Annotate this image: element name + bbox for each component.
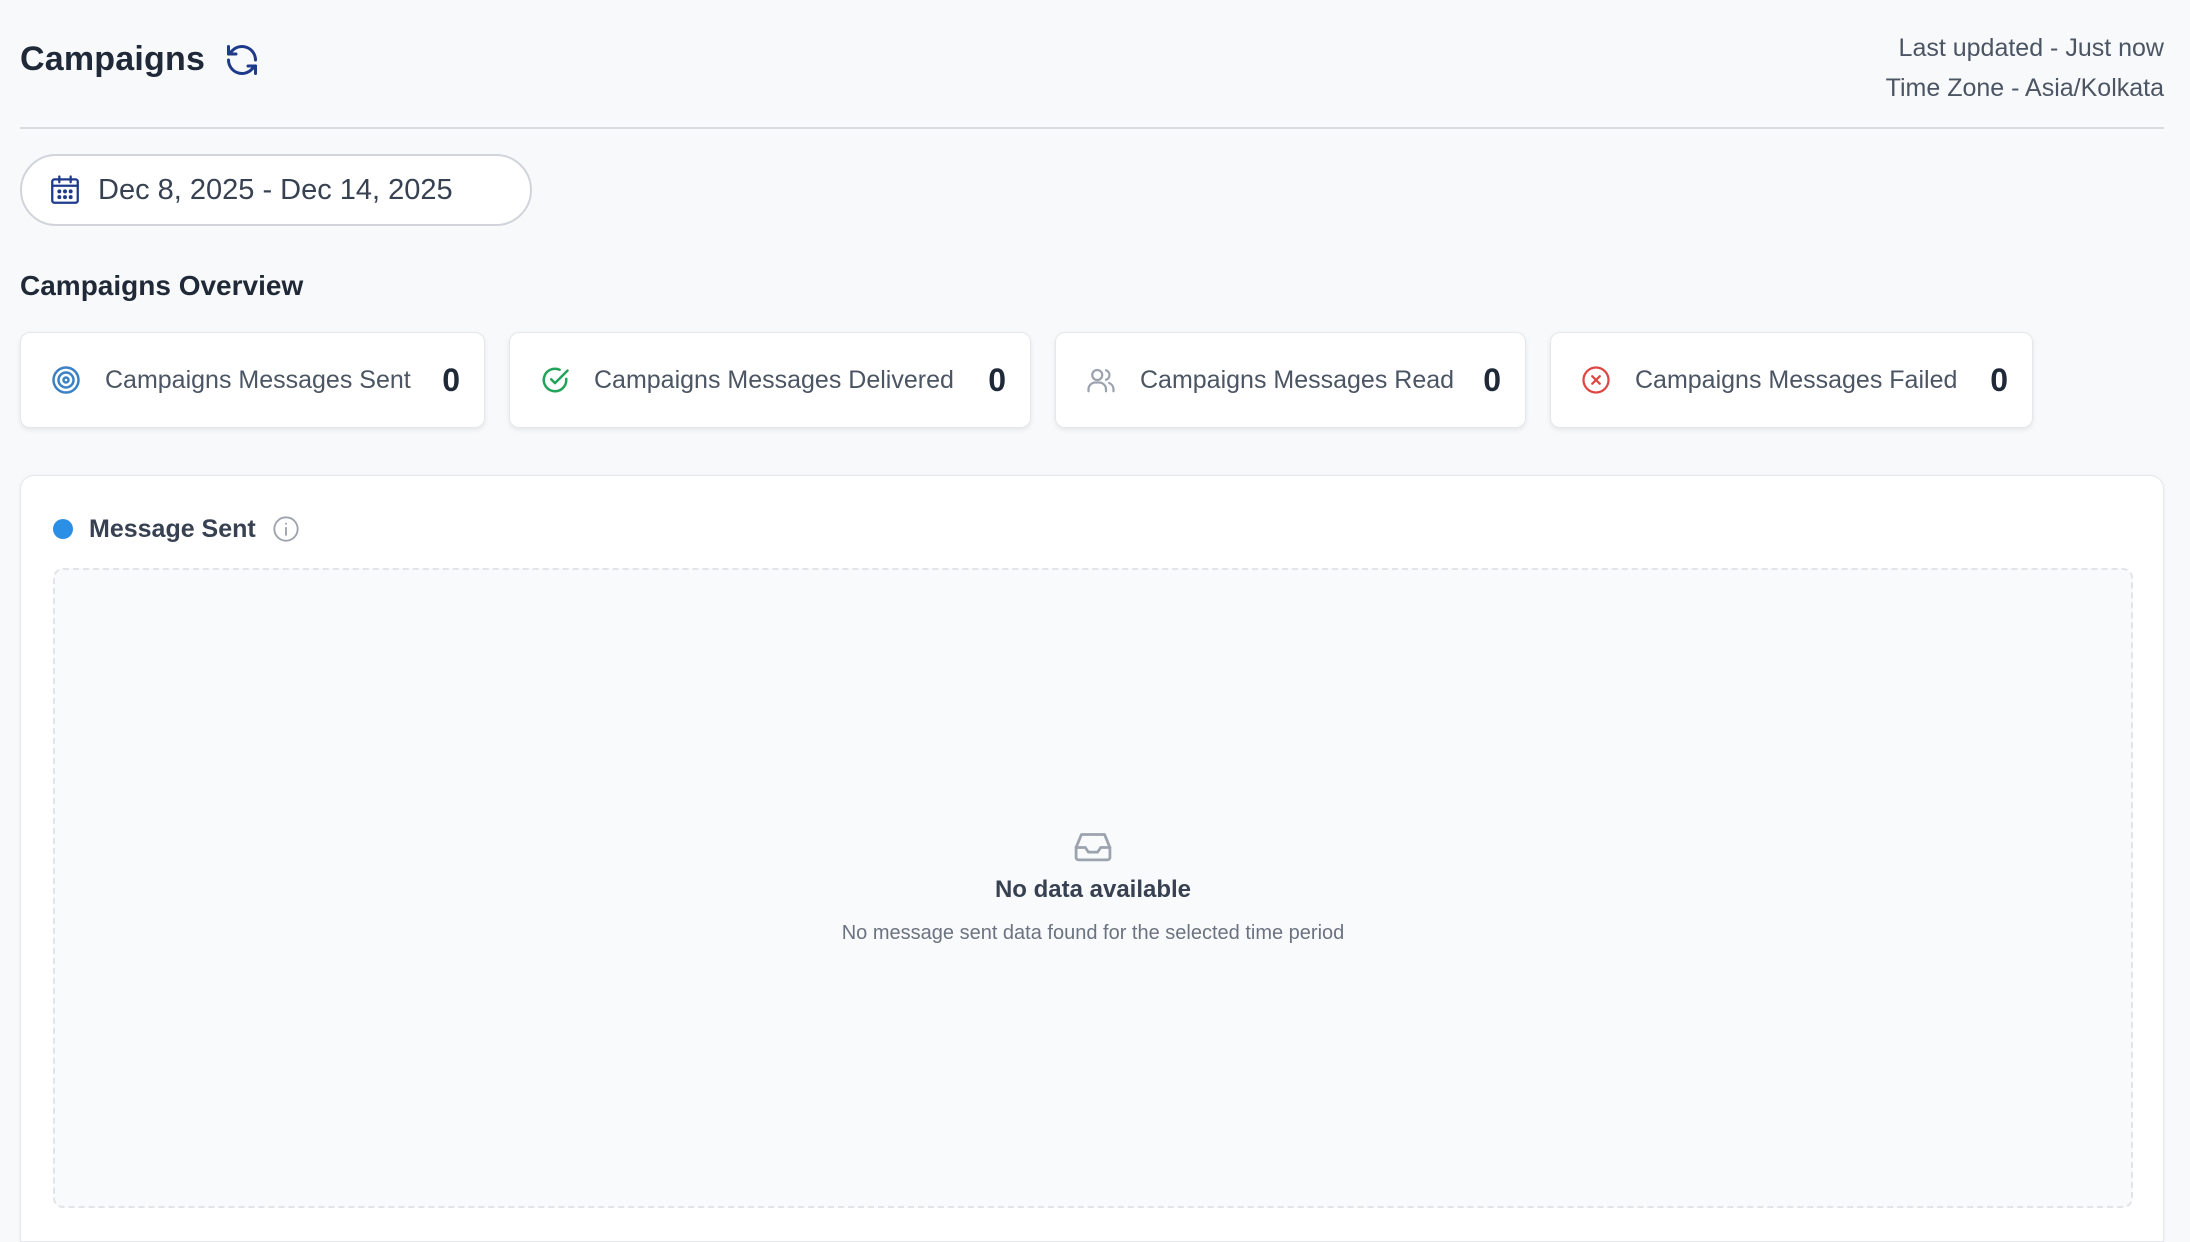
stat-value-sent: 0 [442, 361, 460, 398]
stat-label-read: Campaigns Messages Read [1140, 365, 1455, 394]
campaigns-page: Campaigns Last updated - Just now Time Z… [0, 0, 2190, 1242]
stat-value-failed: 0 [1990, 361, 2008, 398]
stat-card-sent: Campaigns Messages Sent 0 [20, 332, 485, 428]
stat-value-read: 0 [1483, 361, 1501, 398]
chart-empty-state: No data available No message sent data f… [53, 568, 2133, 1208]
calendar-icon [51, 175, 79, 204]
stat-card-delivered: Campaigns Messages Delivered 0 [509, 332, 1031, 428]
empty-state-content: No data available No message sent data f… [55, 828, 2131, 945]
stat-value-delivered: 0 [988, 361, 1006, 398]
date-range-label: Dec 8, 2025 - Dec 14, 2025 [98, 173, 453, 206]
stat-card-failed: Campaigns Messages Failed 0 [1550, 332, 2033, 428]
date-range-picker[interactable]: Dec 8, 2025 - Dec 14, 2025 [20, 154, 532, 226]
empty-state-description: No message sent data found for the selec… [841, 922, 1345, 944]
x-circle-icon [1582, 366, 1610, 394]
legend-dot [53, 519, 73, 539]
empty-state-title: No data available [994, 876, 1192, 903]
header-meta: Last updated - Just now Time Zone - Asia… [1886, 28, 2164, 108]
inbox-icon [1074, 833, 1112, 862]
target-icon [52, 366, 80, 394]
chart-legend: Message Sent [53, 513, 300, 545]
users-icon [1087, 368, 1115, 393]
page-title: Campaigns [20, 40, 206, 78]
stat-label-delivered: Campaigns Messages Delivered [594, 365, 954, 394]
message-sent-chart-panel: Message Sent No data available No messag… [20, 475, 2164, 1242]
time-zone-text: Time Zone - Asia/Kolkata [1885, 74, 2164, 102]
refresh-icon[interactable] [224, 42, 260, 78]
overview-title: Campaigns Overview [20, 270, 304, 301]
legend-label: Message Sent [89, 514, 256, 543]
stat-label-sent: Campaigns Messages Sent [105, 365, 411, 394]
check-circle-icon [542, 367, 569, 393]
page-header: Campaigns Last updated - Just now Time Z… [20, 0, 2164, 129]
info-icon[interactable] [272, 515, 300, 543]
stat-card-read: Campaigns Messages Read 0 [1055, 332, 1526, 428]
last-updated-text: Last updated - Just now [1898, 34, 2164, 62]
stat-label-failed: Campaigns Messages Failed [1635, 365, 1958, 394]
